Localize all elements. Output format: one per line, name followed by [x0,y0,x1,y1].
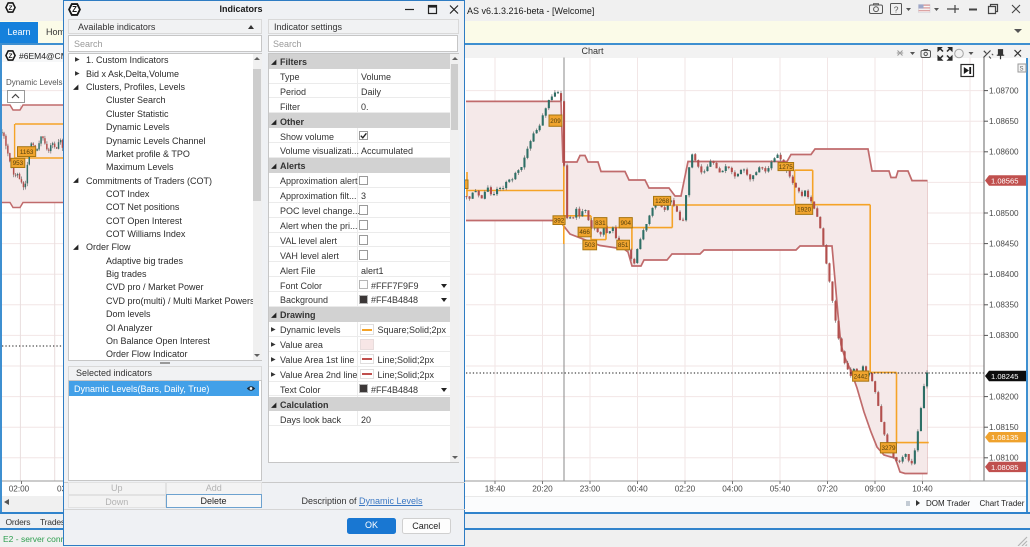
svg-text:953: 953 [13,160,24,167]
svg-text:3279: 3279 [881,445,896,452]
svg-text:09:00: 09:00 [865,485,886,494]
svg-text:1.08300: 1.08300 [989,331,1019,340]
svg-text:1.08085: 1.08085 [991,463,1018,472]
svg-text:1.08200: 1.08200 [989,392,1019,401]
svg-text:1163: 1163 [20,149,34,156]
svg-text:209: 209 [550,118,561,125]
svg-text:2442: 2442 [854,373,869,380]
svg-text:851: 851 [618,242,629,249]
svg-text:1.08565: 1.08565 [991,176,1018,185]
svg-text:1.08100: 1.08100 [989,454,1019,463]
svg-text:02:00: 02:00 [9,485,30,494]
svg-text:1.08245: 1.08245 [991,372,1018,381]
svg-text:466: 466 [579,229,590,236]
svg-text:1.08135: 1.08135 [991,433,1018,442]
svg-text:1.08400: 1.08400 [989,270,1019,279]
svg-text:1268: 1268 [655,198,670,205]
svg-text:S: S [1020,67,1024,73]
svg-text:10:40: 10:40 [912,485,933,494]
svg-text:1.08700: 1.08700 [989,86,1019,95]
svg-text:392: 392 [554,217,565,224]
svg-text:1.08650: 1.08650 [989,117,1019,126]
svg-text:1920: 1920 [797,207,812,214]
svg-text:Z: Z [72,5,77,14]
svg-text:1.08500: 1.08500 [989,209,1019,218]
svg-text:831: 831 [595,220,606,227]
svg-text:20:20: 20:20 [532,485,553,494]
svg-text:07:20: 07:20 [817,485,838,494]
svg-text:05:40: 05:40 [770,485,791,494]
svg-text:02:20: 02:20 [675,485,696,494]
svg-text:1.08450: 1.08450 [989,239,1019,248]
svg-text:1.08350: 1.08350 [989,301,1019,310]
svg-text:1.08150: 1.08150 [989,423,1019,432]
svg-text:1275: 1275 [779,164,794,171]
svg-text:04:00: 04:00 [722,485,743,494]
svg-text:23:00: 23:00 [580,485,601,494]
svg-text:1.08600: 1.08600 [989,148,1019,157]
svg-text:18:40: 18:40 [485,485,506,494]
svg-text:904: 904 [620,220,631,227]
svg-text:00:40: 00:40 [627,485,648,494]
svg-text:503: 503 [584,242,595,249]
